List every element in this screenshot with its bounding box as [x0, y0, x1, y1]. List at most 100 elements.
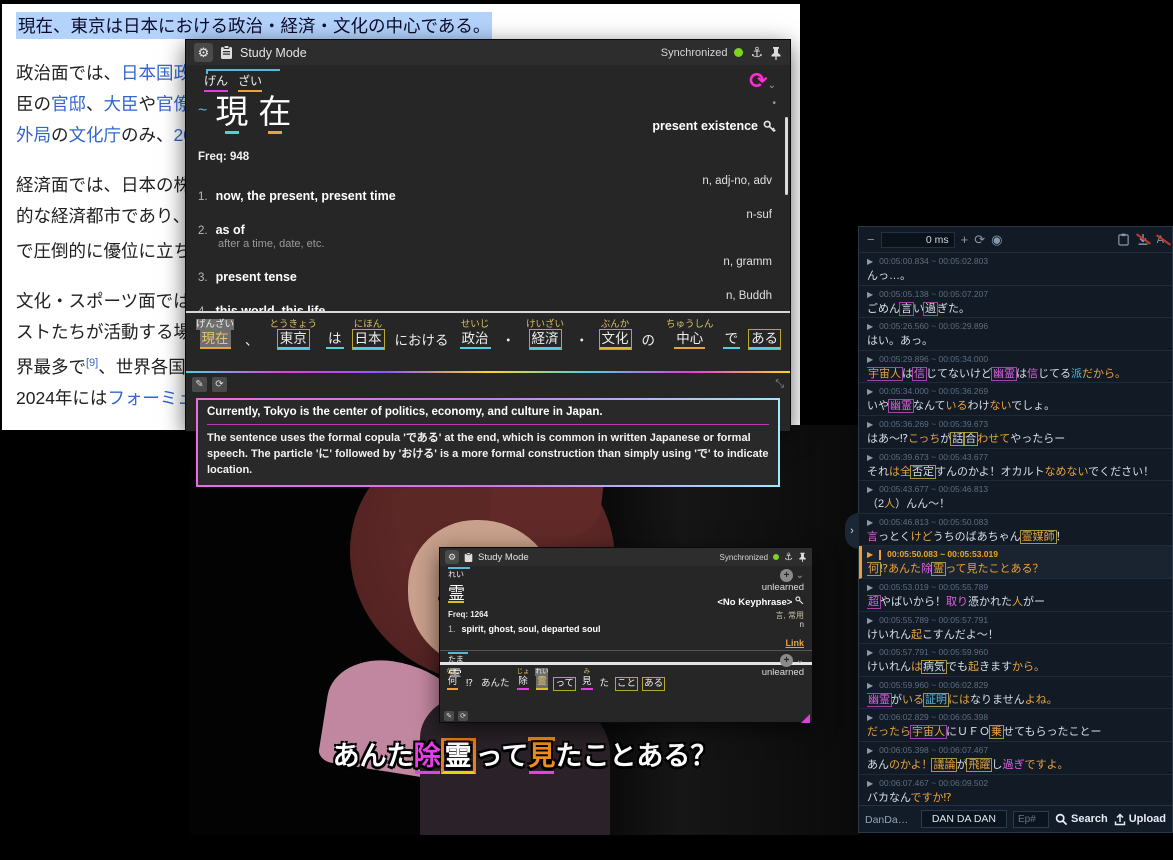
popup-scrollbar[interactable] — [785, 117, 788, 195]
sentence-token[interactable]: の — [640, 321, 658, 349]
subtitle-word[interactable]: なりません — [970, 694, 1025, 706]
subtitle-token[interactable]: 除 — [414, 741, 441, 771]
play-row-icon[interactable]: ▶ — [867, 548, 873, 561]
wiki-link[interactable]: 官邸 — [51, 94, 86, 114]
subtitle-word[interactable]: いる — [902, 694, 924, 706]
subtitle-word[interactable]: 幽霊 — [992, 368, 1016, 380]
subtitle-word[interactable]: 話 — [951, 433, 964, 445]
play-row-icon[interactable]: ▶ — [867, 614, 873, 627]
sentence-token[interactable]: にほん日本 — [353, 319, 384, 349]
subtitle-row[interactable]: ▶00:05:00.834 ~ 00:05:02.803んっ…。 — [859, 253, 1172, 286]
subtitle-row[interactable]: ▶00:05:29.896 ~ 00:05:34.000宇宙人は信じてないけど幽… — [859, 351, 1172, 384]
subtitle-word[interactable]: わせて — [977, 433, 1010, 445]
subtitle-row[interactable]: ▶00:05:53.019 ~ 00:05:55.789超やばいから！取り憑かれ… — [859, 579, 1172, 612]
offset-plus-button[interactable]: + — [961, 232, 969, 247]
chevron-down-icon[interactable]: ⌄ — [796, 570, 804, 581]
subtitle-word[interactable]: 信 — [1027, 368, 1038, 380]
subtitle-row[interactable]: ▶00:05:34.000 ~ 00:05:36.269いや幽霊なんているわけな… — [859, 383, 1172, 416]
retranslate-icon[interactable]: ⟳ — [212, 377, 227, 392]
subtitle-word[interactable]: がー — [1023, 596, 1045, 608]
search-button[interactable]: Search — [1055, 813, 1108, 826]
subtitle-word[interactable]: うちのばあちゃん — [933, 531, 1021, 543]
subtitle-word[interactable]: 過 — [924, 303, 937, 315]
subtitle-word[interactable]: ！ — [1056, 531, 1067, 543]
subtitle-row[interactable]: ▶00:05:57.791 ~ 00:05:59.960けいれんは病気でも起きま… — [859, 644, 1172, 677]
subtitle-word[interactable]: ）んん〜！ — [895, 498, 950, 510]
sentence-token[interactable]: れい霊 — [535, 668, 548, 690]
subtitle-word[interactable]: あんた — [888, 563, 921, 575]
sentence-token[interactable]: は — [326, 319, 344, 349]
settings-gear-icon[interactable]: ⚙ — [194, 43, 213, 62]
subtitle-word[interactable]: ことある？ — [989, 563, 1044, 575]
sentence-token[interactable]: げんざい現在 — [196, 319, 234, 349]
subtitle-word[interactable]: 宇宙人 — [867, 368, 902, 380]
subtitle-word[interactable]: 霊 — [932, 563, 945, 575]
subtitle-word[interactable]: ⁉ — [880, 563, 888, 575]
subtitle-token[interactable]: ことある？ — [582, 741, 717, 771]
sentence-token[interactable]: における — [393, 321, 451, 349]
sentence-token[interactable]: けいざい経済 — [526, 319, 564, 349]
reset-offset-icon[interactable]: ⟳ — [974, 232, 985, 248]
subtitle-token[interactable]: 見 — [528, 737, 555, 771]
subtitle-word[interactable]: 乗 — [990, 726, 1003, 738]
subtitle-word[interactable]: から。 — [1012, 661, 1045, 673]
collapse-panel-button[interactable]: › — [845, 513, 859, 549]
subtitle-word[interactable]: こすんだよ〜！ — [922, 629, 999, 641]
sentence-token[interactable]: ⁉ — [465, 670, 474, 690]
subtitle-row[interactable]: ▶00:05:59.960 ~ 00:06:02.829幽霊がいる証明にはなりま… — [859, 677, 1172, 710]
subtitle-token[interactable]: 霊 — [441, 738, 476, 774]
highlighted-sentence[interactable]: 現在、東京は日本における政治・経済・文化の中心である。 — [16, 12, 492, 39]
headword[interactable]: 霊 — [448, 665, 462, 677]
subtitle-word[interactable]: けいれん — [867, 661, 911, 673]
subtitle-word[interactable]: でも — [946, 661, 968, 673]
subtitle-word[interactable]: 除 — [921, 563, 932, 575]
subtitle-word[interactable]: い — [913, 303, 924, 315]
play-row-icon[interactable]: ▶ — [867, 451, 873, 464]
subtitle-word[interactable]: 飛躍 — [967, 759, 991, 771]
subtitle-word[interactable]: には — [948, 694, 970, 706]
subtitle-word[interactable]: は — [911, 661, 922, 673]
video-subtitle[interactable]: あんた除霊って見たことある？ — [190, 734, 860, 773]
subtitle-word[interactable]: ごめん — [867, 303, 900, 315]
popup-header[interactable]: ⚙ Study Mode Synchronized ⚓ — [186, 40, 790, 65]
sentence-token[interactable]: で — [723, 319, 741, 349]
subtitle-word[interactable]: やばいから！ — [880, 596, 946, 608]
upload-button[interactable]: Upload — [1114, 813, 1166, 826]
subtitle-word[interactable]: 証明 — [924, 694, 948, 706]
subtitle-word[interactable]: 起 — [968, 661, 979, 673]
subtitle-word[interactable]: 人 — [1012, 596, 1023, 608]
subtitle-word[interactable]: バカなん — [867, 792, 910, 804]
subtitle-word[interactable]: 何 — [867, 563, 880, 575]
sentence-token[interactable]: じょ除 — [516, 668, 529, 690]
subtitle-token[interactable]: た — [555, 741, 582, 771]
play-row-icon[interactable]: ▶ — [867, 744, 873, 757]
edit-sentence-icon[interactable]: ✎ — [444, 711, 454, 721]
subtitle-word[interactable]: いや — [867, 400, 889, 412]
subtitle-row[interactable]: ▶00:06:05.398 ~ 00:06:07.467あんのかよ！議論が飛躍し… — [859, 742, 1172, 775]
subtitle-word[interactable]: じてる — [1038, 368, 1071, 380]
subtitle-word[interactable]: 議論 — [932, 759, 956, 771]
subtitle-row[interactable]: ▶00:05:26.560 ~ 00:05:29.896はい。あっ。 — [859, 318, 1172, 351]
subtitle-word[interactable]: でください！ — [1088, 466, 1154, 478]
pin-icon[interactable] — [770, 46, 782, 60]
subtitle-word[interactable]: 過ぎ — [1002, 759, 1024, 771]
sentence-token[interactable]: ちゅうしん中心 — [666, 319, 714, 349]
subtitle-word[interactable]: 否定 — [911, 466, 935, 478]
subtitle-word[interactable]: ぎた。 — [937, 303, 970, 315]
subtitle-word[interactable]: こっち — [908, 433, 940, 445]
subtitle-word[interactable]: は — [1016, 368, 1027, 380]
key-icon[interactable] — [795, 596, 804, 605]
popup-header[interactable]: ⚙ Study Mode Synchronized ⚓ — [440, 548, 812, 566]
subtitle-word[interactable]: って — [945, 563, 966, 575]
subtitle-row[interactable]: ▶00:05:39.673 ~ 00:05:43.677それは全否定すんのかよ！… — [859, 449, 1172, 482]
sentence-token[interactable]: た — [599, 670, 611, 690]
subtitle-word[interactable]: た — [978, 563, 989, 575]
sentence-token[interactable]: ・ — [573, 321, 591, 349]
subtitle-word[interactable]: よね。 — [1025, 694, 1058, 706]
subtitle-word[interactable]: が — [891, 694, 902, 706]
play-row-icon[interactable]: ▶ — [867, 711, 873, 724]
subtitle-word[interactable]: だったら — [867, 726, 911, 738]
subtitle-row[interactable]: ▶00:06:07.467 ~ 00:06:09.502バカなんですか⁉ — [859, 775, 1172, 806]
subtitle-word[interactable]: が — [956, 759, 967, 771]
sentence-token[interactable]: ・ — [500, 321, 518, 349]
